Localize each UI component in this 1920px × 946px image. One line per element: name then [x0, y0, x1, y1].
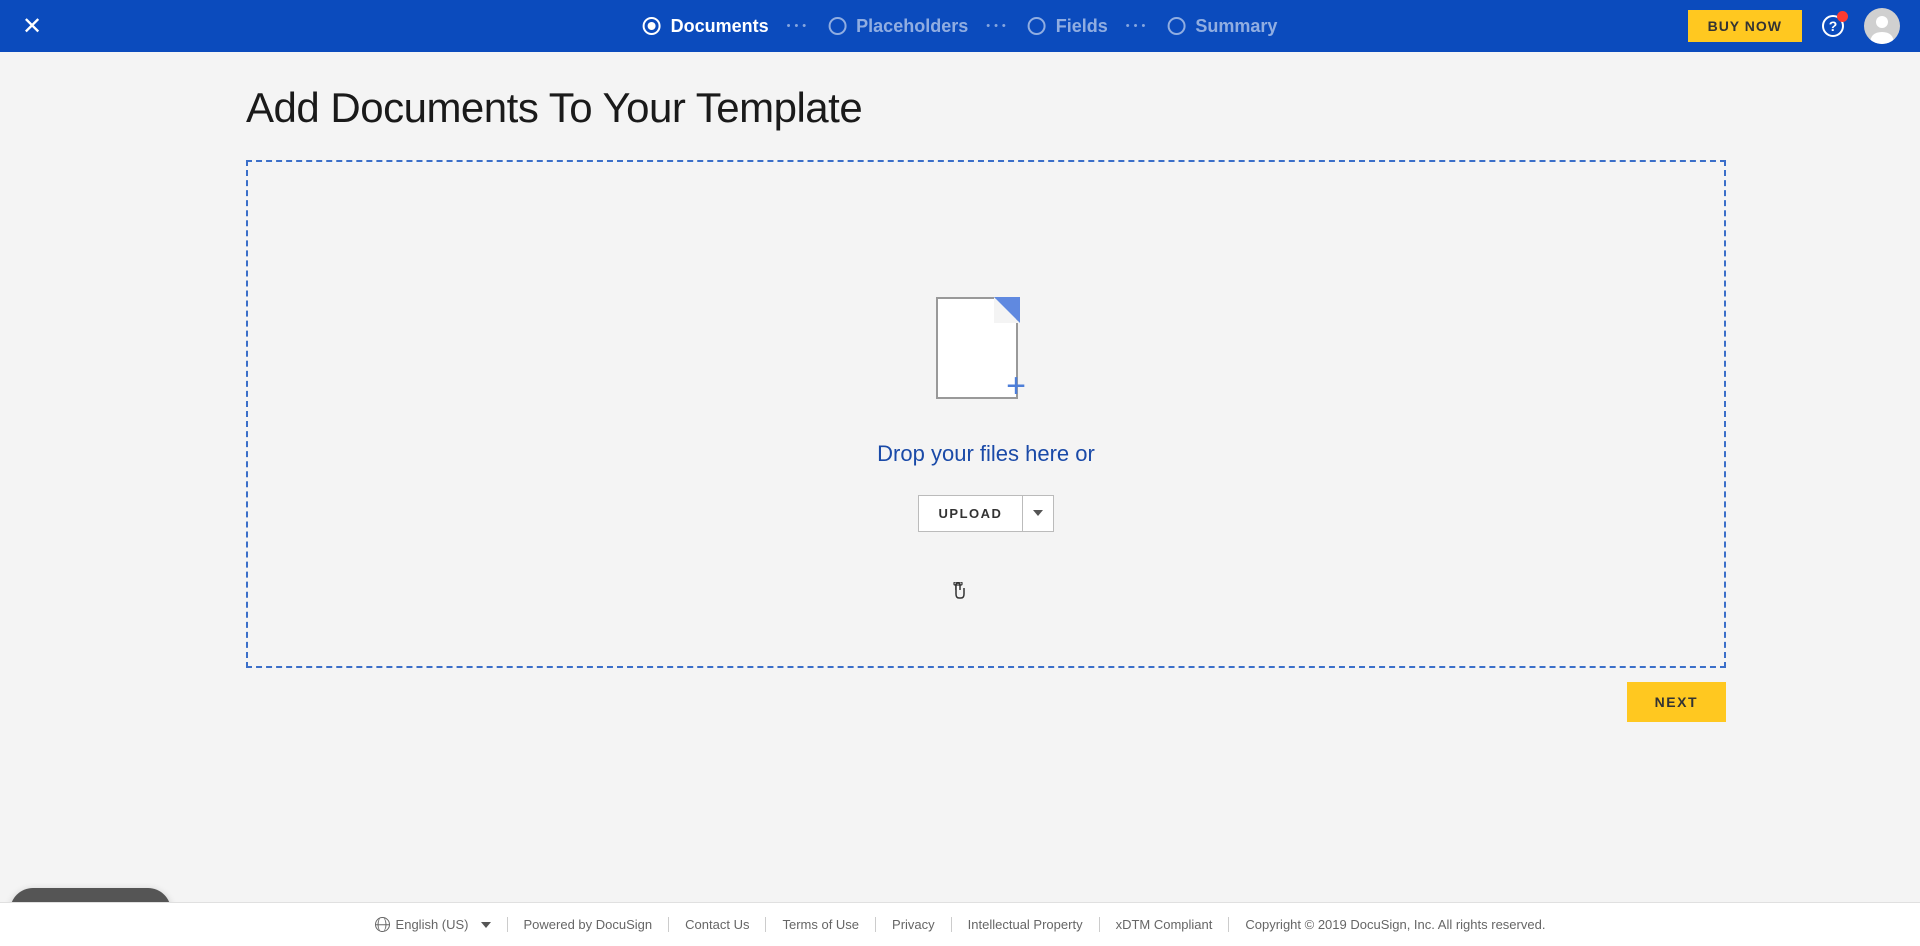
next-container: NEXT	[246, 682, 1726, 722]
footer-link-privacy[interactable]: Privacy	[875, 917, 951, 932]
step-separator-icon: •••	[980, 20, 1016, 32]
language-label: English (US)	[396, 917, 469, 932]
upload-dropdown-button[interactable]	[1022, 496, 1053, 531]
step-documents[interactable]: Documents	[643, 16, 769, 37]
chevron-down-icon	[481, 922, 491, 928]
next-button[interactable]: NEXT	[1627, 682, 1726, 722]
drop-instruction-text: Drop your files here or	[877, 441, 1095, 467]
step-separator-icon: •••	[781, 20, 817, 32]
notification-badge	[1837, 11, 1848, 22]
step-placeholders[interactable]: Placeholders	[828, 16, 968, 37]
step-radio-icon	[643, 17, 661, 35]
close-icon: ✕	[22, 12, 42, 41]
upload-button-group: UPLOAD	[918, 495, 1055, 532]
footer-link-terms[interactable]: Terms of Use	[765, 917, 875, 932]
user-icon	[1864, 8, 1900, 44]
close-button[interactable]: ✕	[20, 12, 44, 41]
step-radio-icon	[1167, 17, 1185, 35]
chevron-down-icon	[1033, 510, 1043, 516]
main-content: Add Documents To Your Template + Drop yo…	[246, 52, 1726, 722]
step-radio-icon	[828, 17, 846, 35]
cursor-icon	[950, 582, 968, 607]
step-label: Documents	[671, 16, 769, 37]
step-radio-icon	[1028, 17, 1046, 35]
avatar[interactable]	[1864, 8, 1900, 44]
step-label: Fields	[1056, 16, 1108, 37]
powered-by-text: Powered by DocuSign	[507, 917, 669, 932]
footer-link-ip[interactable]: Intellectual Property	[951, 917, 1099, 932]
footer: English (US) Powered by DocuSign Contact…	[0, 902, 1920, 946]
globe-icon	[375, 917, 390, 932]
step-separator-icon: •••	[1120, 20, 1156, 32]
help-icon[interactable]: ?	[1822, 15, 1844, 37]
step-fields[interactable]: Fields	[1028, 16, 1108, 37]
step-summary[interactable]: Summary	[1167, 16, 1277, 37]
step-label: Summary	[1195, 16, 1277, 37]
buy-now-button[interactable]: BUY NOW	[1688, 10, 1802, 42]
progress-steps: Documents ••• Placeholders ••• Fields ••…	[643, 16, 1278, 37]
copyright-text: Copyright © 2019 DocuSign, Inc. All righ…	[1228, 917, 1561, 932]
footer-link-contact[interactable]: Contact Us	[668, 917, 765, 932]
document-add-icon: +	[936, 297, 1036, 417]
upload-button[interactable]: UPLOAD	[919, 496, 1023, 531]
language-selector[interactable]: English (US)	[359, 917, 507, 932]
footer-link-xdtm[interactable]: xDTM Compliant	[1099, 917, 1229, 932]
step-label: Placeholders	[856, 16, 968, 37]
app-header: ✕ Documents ••• Placeholders ••• Fields …	[0, 0, 1920, 52]
page-title: Add Documents To Your Template	[246, 84, 1726, 132]
file-dropzone[interactable]: + Drop your files here or UPLOAD	[246, 160, 1726, 668]
header-actions: BUY NOW ?	[1688, 8, 1900, 44]
